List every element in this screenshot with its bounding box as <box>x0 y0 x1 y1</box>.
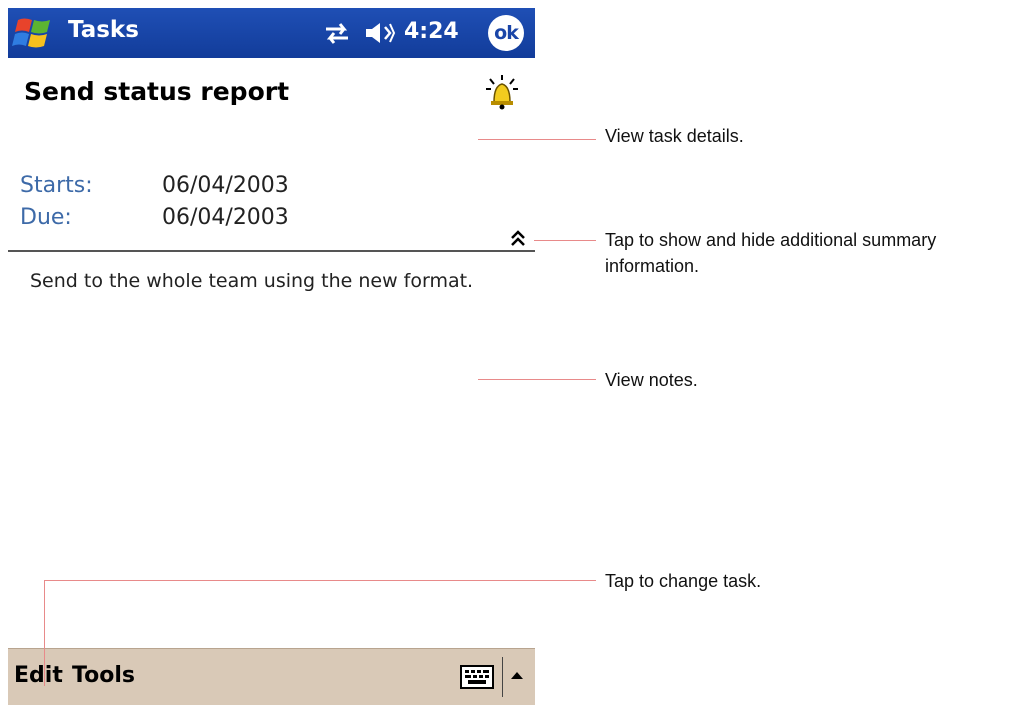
callout-change-task: Tap to change task. <box>605 571 762 591</box>
bell-icon <box>486 75 518 110</box>
callout-notes: View notes. <box>605 370 698 390</box>
callout-details: View task details. <box>605 126 744 146</box>
summary-divider <box>8 250 535 252</box>
menu-bar: Edit Tools <box>8 648 535 705</box>
due-label: Due: <box>20 205 72 230</box>
starts-label: Starts: <box>20 173 93 198</box>
title-bar: Tasks 4:24 ok <box>8 8 535 58</box>
up-arrow-icon[interactable] <box>508 667 526 685</box>
callout-line-change-task-v <box>44 580 45 686</box>
keyboard-icon[interactable] <box>460 665 494 689</box>
app-title: Tasks <box>68 17 139 43</box>
volume-icon[interactable] <box>364 20 396 46</box>
chevron-up-icon[interactable] <box>508 228 528 248</box>
ok-button[interactable]: ok <box>488 15 524 51</box>
task-title[interactable]: Send status report <box>24 77 289 106</box>
connectivity-icon[interactable] <box>322 21 352 45</box>
task-notes[interactable]: Send to the whole team using the new for… <box>30 270 473 292</box>
tools-menu[interactable]: Tools <box>72 663 135 688</box>
clock[interactable]: 4:24 <box>404 19 459 44</box>
callout-line-toggle <box>534 240 596 241</box>
windows-start-icon[interactable] <box>12 14 56 52</box>
callout-line-change-task-h <box>44 580 596 581</box>
due-value[interactable]: 06/04/2003 <box>162 205 289 230</box>
starts-value[interactable]: 06/04/2003 <box>162 173 289 198</box>
edit-menu[interactable]: Edit <box>14 663 63 688</box>
callout-line-details <box>478 139 596 140</box>
menu-separator <box>502 657 503 697</box>
device-screen: Tasks 4:24 ok Send status report Starts:… <box>8 8 535 708</box>
callout-toggle-summary: Tap to show and hide additional summary … <box>605 230 937 276</box>
callout-line-notes <box>478 379 596 380</box>
